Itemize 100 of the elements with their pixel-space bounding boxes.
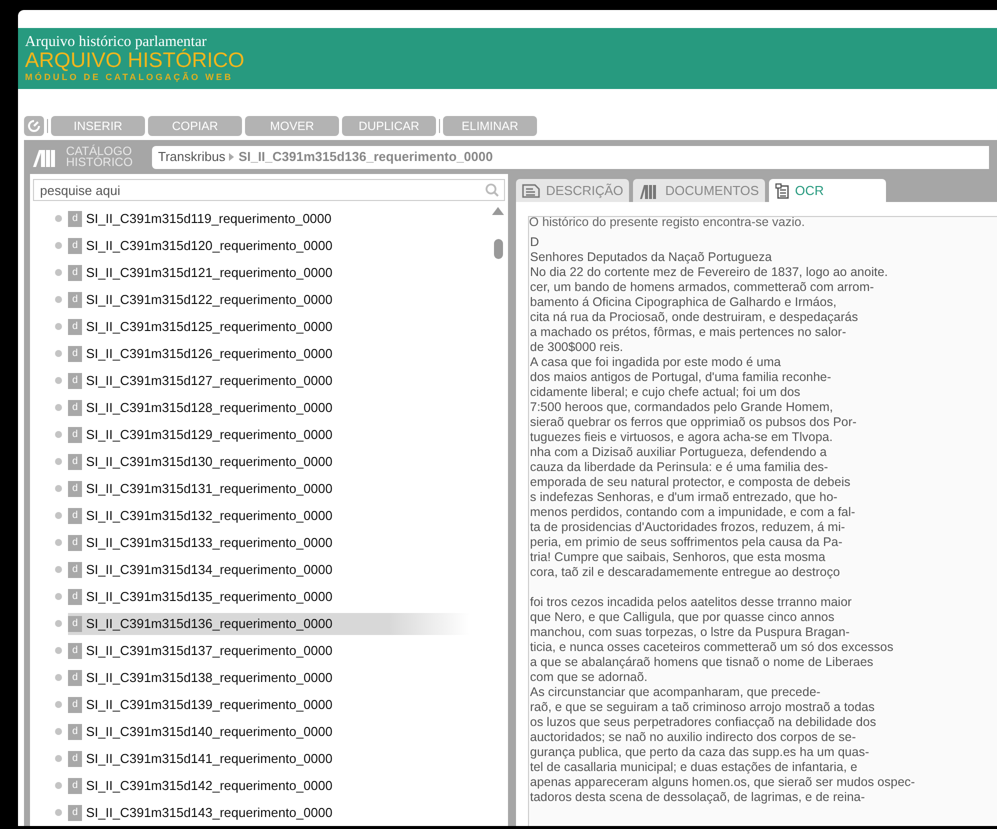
tree-item[interactable]: d SI_II_C391m315d126_requerimento_0000: [68, 342, 470, 364]
bullet-icon: [55, 404, 62, 411]
ocr-line: cauza da liberdade da Perinsula: e é uma familia des-: [530, 460, 828, 475]
tree-item[interactable]: d SI_II_C391m315d119_requerimento_0000: [68, 208, 470, 230]
refresh-button[interactable]: [24, 116, 44, 136]
ocr-line: peria, em primio de seus soffrimentos pela causa da Pa-: [530, 535, 842, 550]
search-icon: [485, 183, 499, 197]
tree-item[interactable]: d SI_II_C391m315d140_requerimento_0000: [68, 720, 470, 742]
ocr-line: sieraõ quebrar os ferros que opprimiaõ os pubsos dos Por-: [530, 415, 857, 430]
bullet-icon: [55, 323, 62, 330]
bullet-icon: [55, 296, 62, 303]
item-label: SI_II_C391m315d141_requerimento_0000: [86, 750, 332, 768]
document-badge: d: [68, 804, 82, 820]
ocr-line: que Nero, e que Calligula, que por quasse cinco annos: [530, 610, 834, 625]
bullet-icon: [55, 809, 62, 816]
catalog-label: HISTÓRICO: [66, 157, 134, 168]
ocr-line: A casa que foi ingadida por este modo é uma: [530, 355, 781, 370]
ocr-line: os luzos que seus perpetradores confiacçaõ na debilidade dos: [530, 715, 876, 730]
tree-item[interactable]: d SI_II_C391m315d138_requerimento_0000: [68, 666, 470, 688]
tree-item[interactable]: d SI_II_C391m315d142_requerimento_0000: [68, 774, 470, 796]
bullet-icon: [55, 377, 62, 384]
ocr-line: manchou, com suas torpezas, o lstre da Puspura Bragan-: [530, 625, 850, 640]
document-badge: d: [68, 778, 82, 794]
item-label: SI_II_C391m315d121_requerimento_0000: [86, 264, 332, 282]
ocr-line: tel de casallaria municipal; e duas estações de infantaria, e: [530, 760, 858, 775]
tree-item[interactable]: d SI_II_C391m315d128_requerimento_0000: [68, 396, 470, 418]
item-label: SI_II_C391m315d125_requerimento_0000: [86, 318, 332, 336]
document-badge: d: [68, 724, 82, 740]
item-label: SI_II_C391m315d130_requerimento_0000: [86, 452, 332, 471]
tree-item[interactable]: d SI_II_C391m315d133_requerimento_0000: [68, 532, 470, 554]
tree-item[interactable]: d SI_II_C391m315d122_requerimento_0000: [68, 288, 470, 310]
item-label: SI_II_C391m315d133_requerimento_0000: [86, 534, 332, 552]
document-badge: d: [68, 534, 82, 550]
document-badge: d: [68, 292, 82, 308]
document-badge: d: [68, 588, 82, 604]
tree-item[interactable]: d SI_II_C391m315d135_requerimento_0000: [68, 586, 470, 608]
ocr-line: apenas appareceram alguns homen.os, que sieraõ ser mudos ospec-: [530, 775, 915, 790]
refresh-icon: [27, 119, 41, 133]
clipboard-icon: [774, 182, 789, 198]
bullet-icon: [55, 269, 62, 276]
item-label: SI_II_C391m315d142_requerimento_0000: [86, 776, 332, 795]
item-label: SI_II_C391m315d138_requerimento_0000: [86, 668, 332, 687]
ocr-line: tria! Cumpre que saibais, Senhoros, que esta mosma: [530, 550, 826, 565]
tree-item[interactable]: d SI_II_C391m315d121_requerimento_0000: [68, 262, 470, 284]
item-label: SI_II_C391m315d135_requerimento_0000: [86, 588, 332, 606]
document-badge: d: [68, 426, 82, 442]
scrollbar-thumb[interactable]: [494, 239, 502, 259]
ocr-line: menos perdidos, contando com a impunidade, e com a fal-: [530, 505, 856, 520]
empty-history-notice: O histórico do presente registo encontra-se vazio.: [529, 217, 805, 230]
ocr-line: a que se abalançáraõ homens que tisnaõ o nome de Liberaes: [530, 655, 874, 670]
tree-item[interactable]: d SI_II_C391m315d131_requerimento_0000: [68, 478, 470, 500]
ocr-line: emporada de seu natural protector, e composta de debeis: [530, 475, 850, 490]
ocr-line: a machado os prétos, fôrmas, e mais pertences no salor-: [530, 325, 846, 340]
tree-item[interactable]: d SI_II_C391m315d132_requerimento_0000: [68, 504, 470, 526]
ocr-line: tadoros desta scena de dessolaçaõ, de lagrimas, e de reina-: [530, 790, 865, 805]
ocr-line: D: [530, 235, 540, 250]
tree-item[interactable]: d SI_II_C391m315d141_requerimento_0000: [68, 748, 470, 770]
document-badge: d: [68, 346, 82, 362]
document-badge: d: [68, 642, 82, 658]
bullet-icon: [55, 485, 62, 492]
document-badge: d: [68, 508, 82, 524]
tree-item[interactable]: d SI_II_C391m315d143_requerimento_0000: [68, 802, 470, 824]
search-field[interactable]: pesquise aqui: [33, 179, 505, 201]
tree-item[interactable]: d SI_II_C391m315d139_requerimento_0000: [68, 694, 470, 716]
ocr-text-area[interactable]: [528, 216, 997, 826]
document-badge: d: [68, 238, 82, 254]
bullet-icon: [55, 350, 62, 357]
tree-item[interactable]: d SI_II_C391m315d134_requerimento_0000: [68, 558, 470, 580]
tree-item[interactable]: d SI_II_C391m315d137_requerimento_0000: [68, 640, 470, 662]
ocr-line: 7:500 heroos que, cormandados pelo Grande Homem,: [530, 400, 833, 415]
subtitle: Arquivo histórico parlamentar: [25, 34, 207, 50]
breadcrumb-link[interactable]: Transkribus: [158, 147, 226, 167]
document-badge: d: [68, 264, 82, 280]
item-label: SI_II_C391m315d132_requerimento_0000: [86, 506, 332, 525]
item-label: SI_II_C391m315d120_requerimento_0000: [86, 236, 332, 255]
document-badge: d: [68, 454, 82, 470]
scroll-up-icon[interactable]: [492, 207, 504, 215]
item-label: SI_II_C391m315d136_requerimento_0000: [86, 614, 332, 633]
bullet-icon: [55, 647, 62, 654]
ocr-line: ta de prosidencias d'Auctoridades frozos, reduzem, á mi-: [530, 520, 846, 535]
document-badge: d: [68, 318, 82, 334]
item-label: SI_II_C391m315d126_requerimento_0000: [86, 344, 332, 363]
document-badge: d: [68, 562, 82, 578]
bullet-icon: [55, 512, 62, 519]
bullet-icon: [55, 701, 62, 708]
item-label: SI_II_C391m315d128_requerimento_0000: [86, 398, 332, 417]
ocr-line: cora, taõ zil e descaradamemente entregue ao destroço: [530, 565, 840, 580]
bullet-icon: [55, 782, 62, 789]
tree-item[interactable]: d SI_II_C391m315d120_requerimento_0000: [68, 234, 470, 256]
bullet-icon: [55, 539, 62, 546]
ocr-line: cer, um bando de homens armados, commetteraõ com arrom-: [530, 280, 874, 295]
ocr-line: auctoridados; se naõ no auxilio indirecto dos corpos de se-: [530, 730, 856, 745]
tree-item[interactable]: d SI_II_C391m315d130_requerimento_0000: [68, 450, 470, 472]
bullet-icon: [55, 458, 62, 465]
tree-item[interactable]: d SI_II_C391m315d129_requerimento_0000: [68, 424, 470, 446]
document-badge: d: [68, 750, 82, 766]
item-label: SI_II_C391m315d131_requerimento_0000: [86, 480, 332, 498]
tree-item[interactable]: d SI_II_C391m315d125_requerimento_0000: [68, 316, 470, 338]
tree-item[interactable]: d SI_II_C391m315d127_requerimento_0000: [68, 370, 470, 392]
bullet-icon: [55, 215, 62, 222]
